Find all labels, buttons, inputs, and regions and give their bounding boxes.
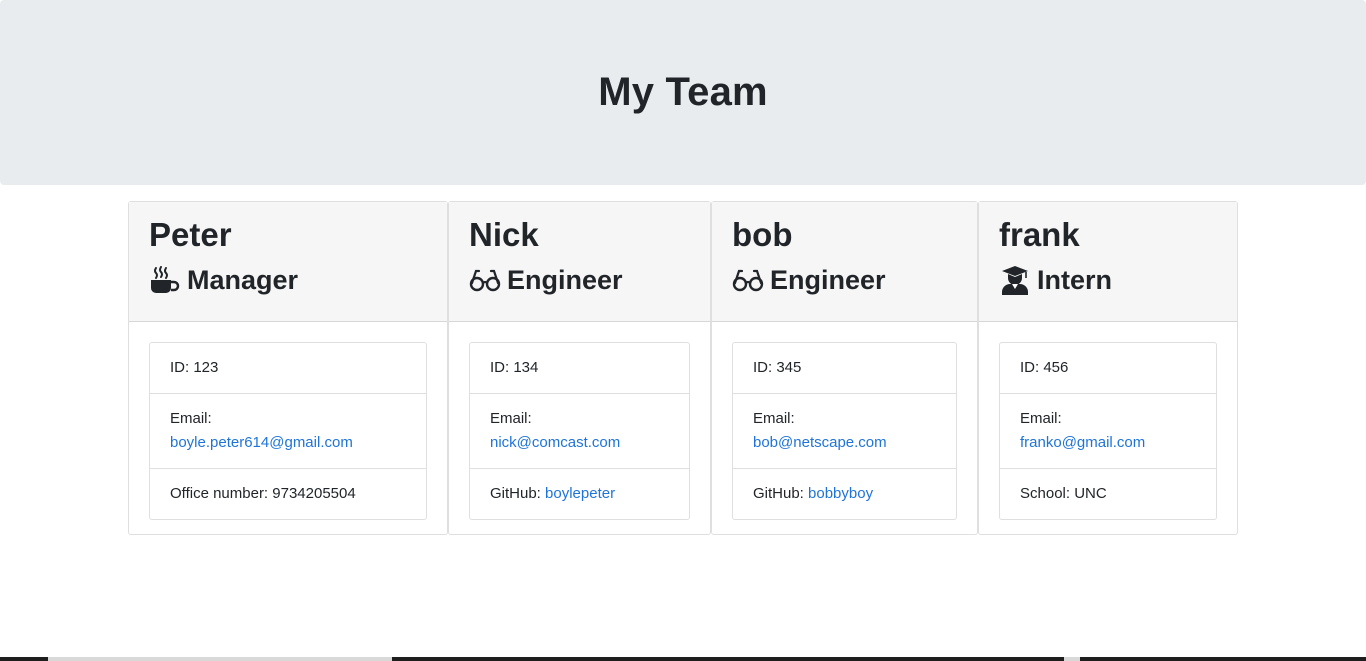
role-label: Engineer (507, 265, 623, 295)
github-item: GitHub: boylepeter (470, 468, 689, 519)
email-link[interactable]: franko@gmail.com (1020, 434, 1145, 451)
employee-role: Engineer (469, 262, 690, 298)
github-label: GitHub: (490, 485, 546, 502)
glasses-icon (732, 265, 764, 295)
team-cards: Peter Manager ID: 123 Email: boyle.peter… (128, 201, 1238, 535)
email-item: Email: nick@comcast.com (470, 393, 689, 468)
role-label: Engineer (770, 265, 886, 295)
graduate-icon (999, 265, 1031, 295)
card-header: bob Engineer (712, 202, 977, 322)
email-link[interactable]: nick@comcast.com (490, 434, 620, 451)
glasses-icon (469, 265, 501, 295)
github-label: GitHub: (753, 485, 809, 502)
school-item: School: UNC (1000, 468, 1216, 519)
email-label: Email: (753, 410, 795, 427)
header-banner: My Team (0, 0, 1366, 185)
employee-card-intern: frank Intern ID: 456 Email: franko@gmail… (978, 201, 1238, 535)
github-link[interactable]: boylepeter (545, 485, 615, 502)
employee-name: Peter (149, 216, 232, 253)
card-header: Peter Manager (129, 202, 447, 322)
employee-card-engineer: Nick Engineer ID: 134 Email: nick@comcas… (448, 201, 711, 535)
school-value: UNC (1074, 485, 1107, 502)
office-number-label: Office number: (170, 485, 273, 502)
taskbar-segment (1064, 657, 1080, 661)
taskbar-strip (0, 657, 1366, 661)
card-header: Nick Engineer (449, 202, 710, 322)
page-title: My Team (598, 70, 768, 114)
id-item: ID: 345 (753, 359, 802, 376)
office-number-item: Office number: 9734205504 (150, 468, 426, 519)
role-label: Intern (1037, 265, 1113, 295)
details-list: ID: 134 Email: nick@comcast.com GitHub: … (469, 342, 690, 520)
email-link[interactable]: bob@netscape.com (753, 434, 887, 451)
employee-name: bob (732, 216, 793, 253)
card-body: ID: 134 Email: nick@comcast.com GitHub: … (449, 322, 710, 540)
employee-name: Nick (469, 216, 539, 253)
employee-role: Engineer (732, 262, 957, 298)
email-item: Email: bob@netscape.com (733, 393, 956, 468)
email-label: Email: (490, 410, 532, 427)
details-list: ID: 345 Email: bob@netscape.com GitHub: … (732, 342, 957, 520)
employee-name: frank (999, 216, 1080, 253)
employee-card-manager: Peter Manager ID: 123 Email: boyle.peter… (128, 201, 448, 535)
email-item: Email: franko@gmail.com (1000, 393, 1216, 468)
details-list: ID: 456 Email: franko@gmail.com School: … (999, 342, 1217, 520)
details-list: ID: 123 Email: boyle.peter614@gmail.com … (149, 342, 427, 520)
id-item: ID: 134 (490, 359, 539, 376)
email-label: Email: (1020, 410, 1062, 427)
id-item: ID: 123 (170, 359, 219, 376)
id-item: ID: 456 (1020, 359, 1069, 376)
office-number-value: 9734205504 (272, 485, 356, 502)
github-item: GitHub: bobbyboy (733, 468, 956, 519)
card-body: ID: 345 Email: bob@netscape.com GitHub: … (712, 322, 977, 540)
coffee-icon (149, 265, 181, 295)
employee-role: Manager (149, 262, 427, 298)
employee-card-engineer: bob Engineer ID: 345 Email: bob@netscape… (711, 201, 978, 535)
taskbar-segment (48, 657, 392, 661)
role-label: Manager (187, 265, 299, 295)
github-link[interactable]: bobbyboy (808, 485, 873, 502)
email-label: Email: (170, 410, 212, 427)
school-label: School: (1020, 485, 1075, 502)
email-link[interactable]: boyle.peter614@gmail.com (170, 434, 353, 451)
card-body: ID: 123 Email: boyle.peter614@gmail.com … (129, 322, 447, 540)
card-body: ID: 456 Email: franko@gmail.com School: … (979, 322, 1237, 540)
email-item: Email: boyle.peter614@gmail.com (150, 393, 426, 468)
employee-role: Intern (999, 262, 1217, 298)
card-header: frank Intern (979, 202, 1237, 322)
